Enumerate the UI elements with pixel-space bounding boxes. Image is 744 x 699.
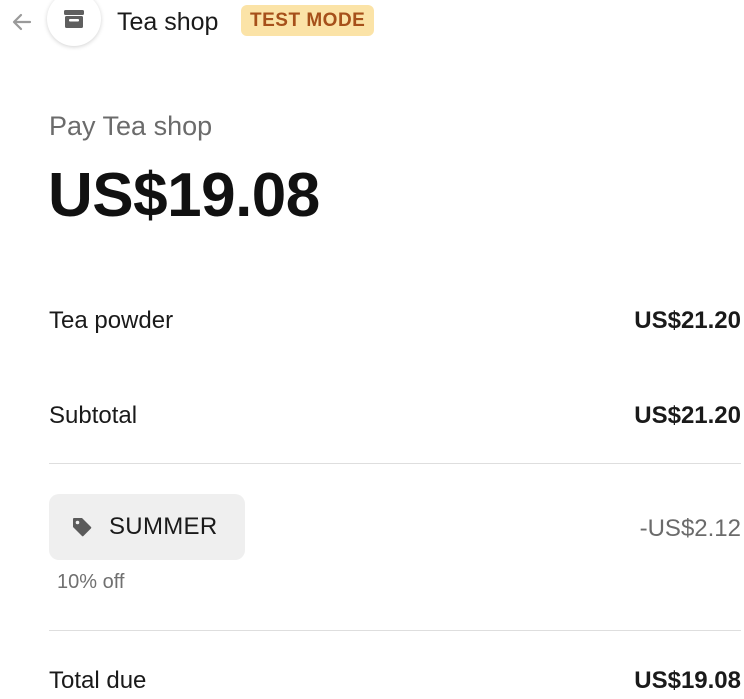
pay-label: Pay Tea shop — [49, 111, 213, 141]
arrow-left-icon — [12, 13, 32, 31]
promo-code-chip[interactable]: SUMMER — [49, 494, 245, 560]
test-mode-badge: TEST MODE — [241, 5, 375, 36]
header: Tea shop TEST MODE — [0, 0, 744, 46]
line-item-amount: US$21.20 — [634, 307, 741, 334]
total-amount: US$19.08 — [634, 667, 741, 694]
total-label: Total due — [49, 667, 147, 694]
tag-icon — [73, 518, 92, 537]
store-avatar — [47, 0, 101, 46]
line-item: Tea powder US$21.20 — [49, 303, 741, 339]
subtotal-amount: US$21.20 — [634, 402, 741, 429]
total-row: Total due US$19.08 — [49, 663, 741, 699]
promo-code: SUMMER — [109, 513, 218, 540]
promo-discount-amount: -US$2.12 — [639, 515, 741, 542]
subtotal-row: Subtotal US$21.20 — [49, 398, 741, 434]
promo-description: 10% off — [57, 571, 125, 593]
back-button[interactable] — [8, 8, 36, 36]
divider — [49, 463, 741, 464]
line-item-name: Tea powder — [49, 307, 174, 334]
store-icon — [64, 10, 84, 28]
payment-amount: US$19.08 — [48, 161, 320, 230]
divider — [49, 630, 741, 631]
shop-name[interactable]: Tea shop — [117, 6, 218, 38]
subtotal-label: Subtotal — [49, 402, 138, 429]
